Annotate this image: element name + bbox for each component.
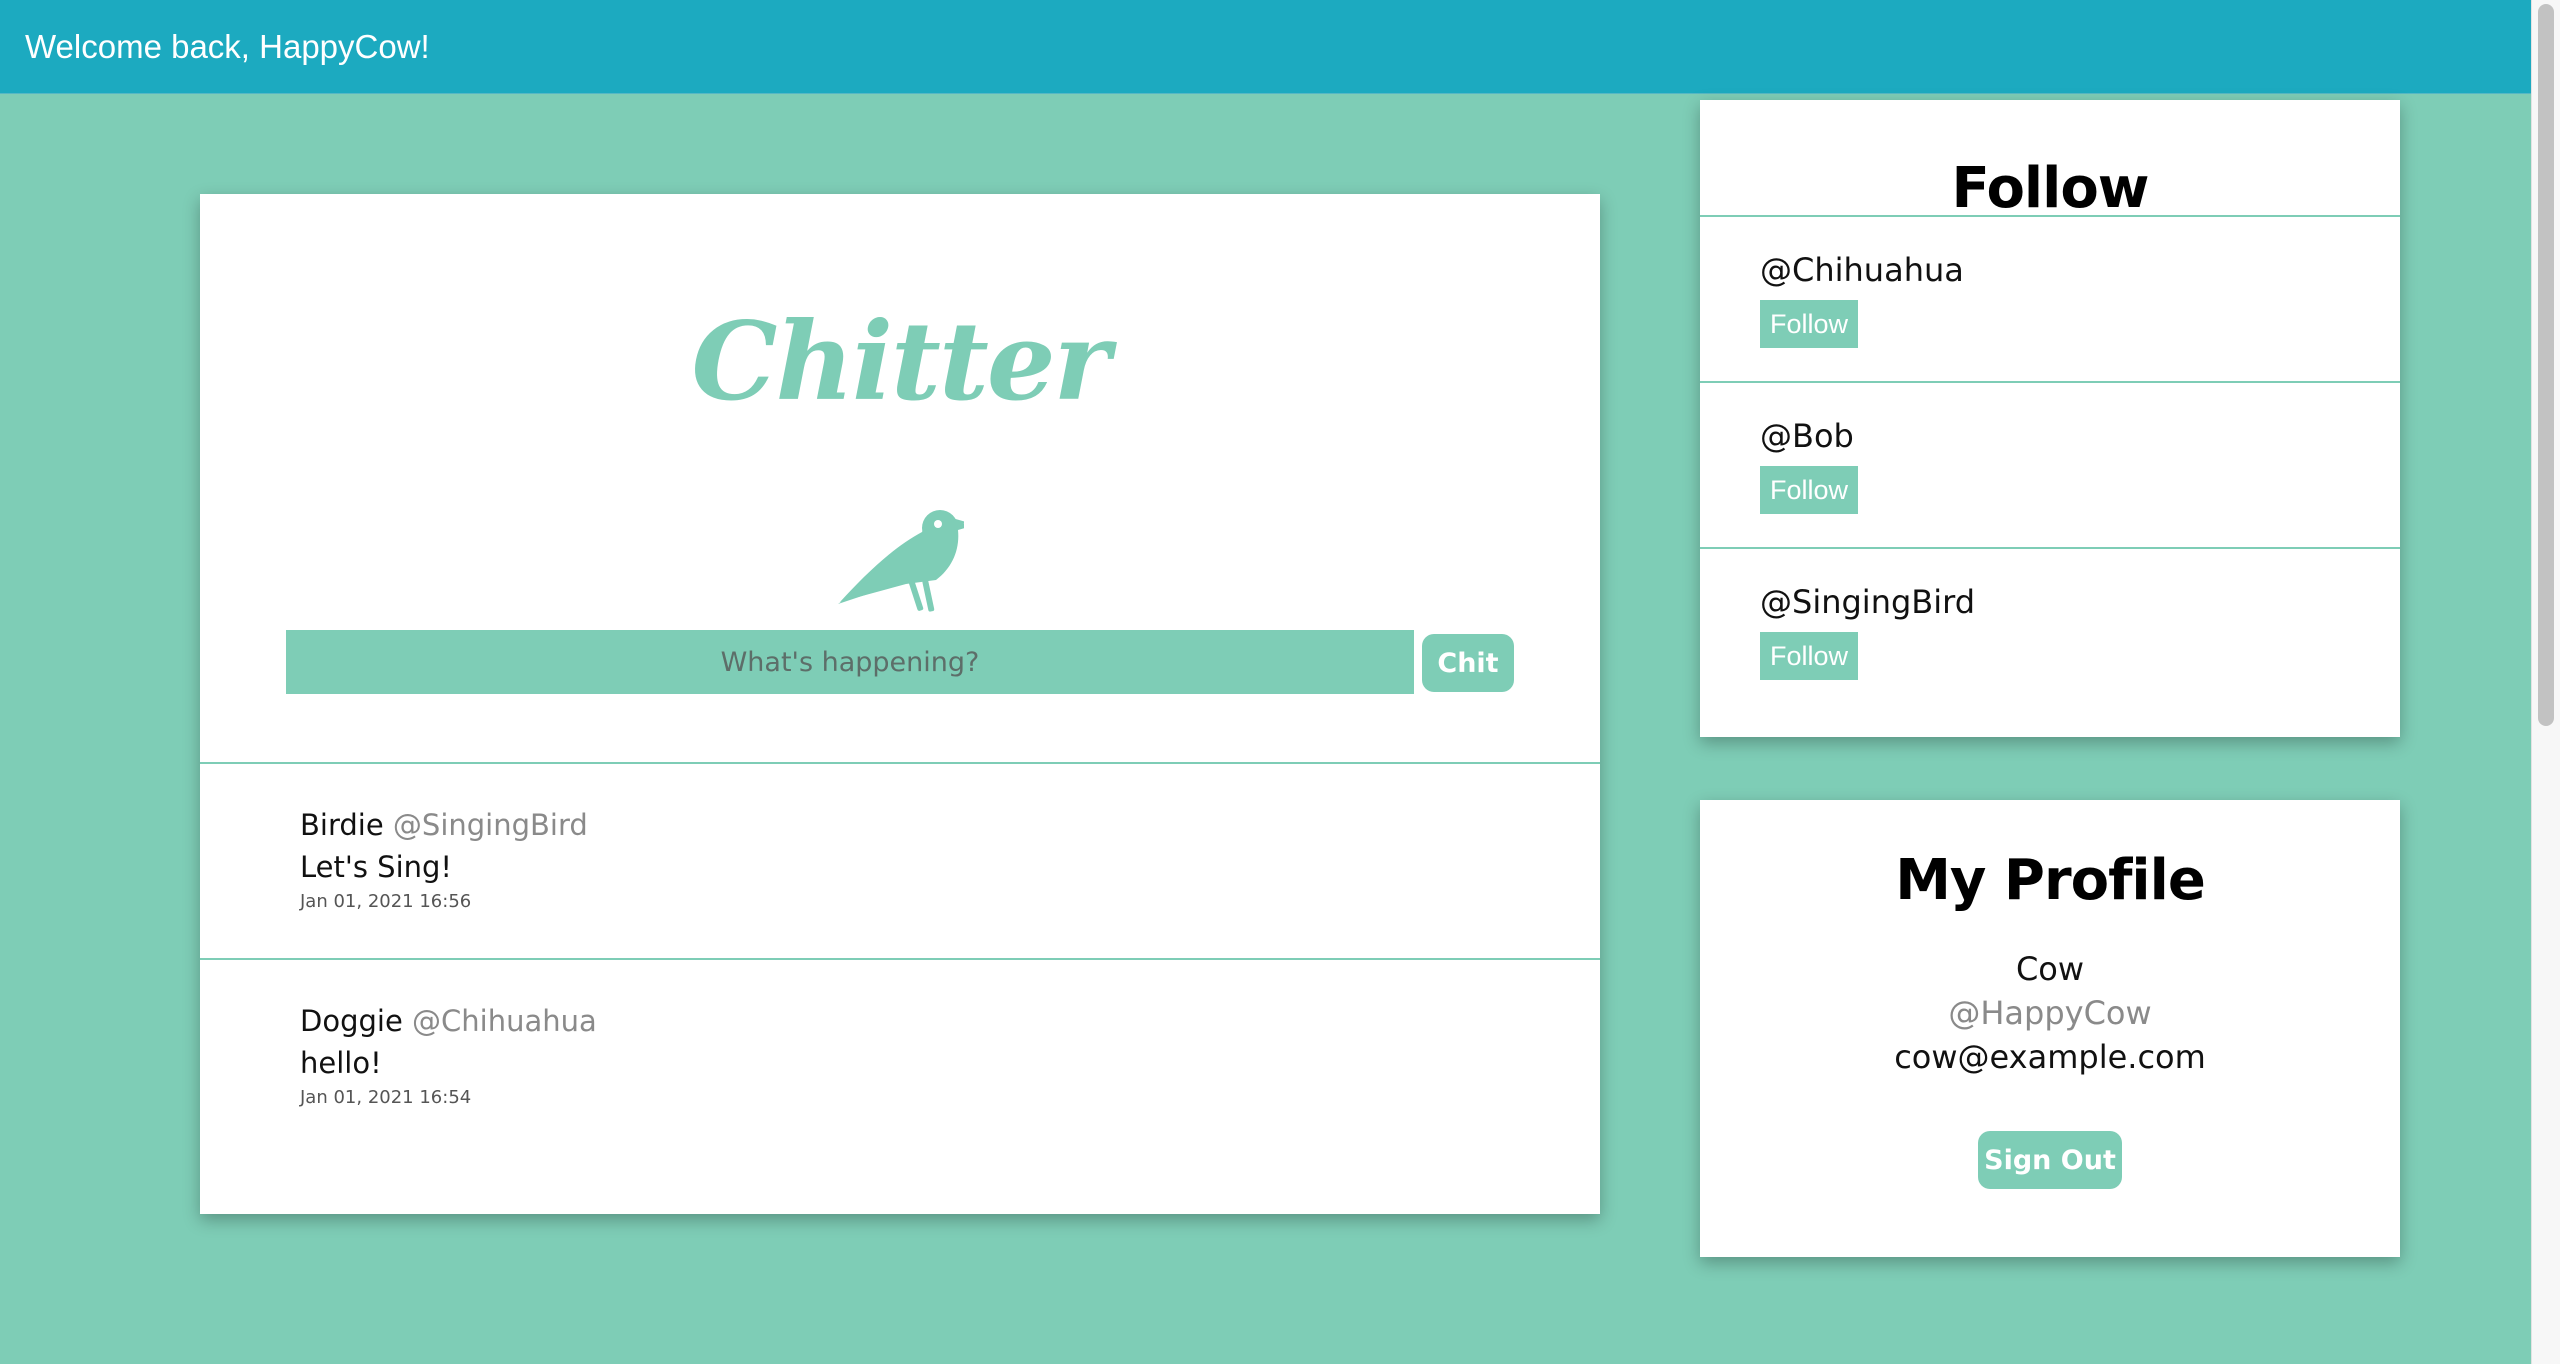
post-body: Let's Sing! xyxy=(300,850,453,884)
post-author-name: Birdie xyxy=(300,808,384,842)
follow-divider xyxy=(1700,381,2400,383)
post-body: hello! xyxy=(300,1046,382,1080)
profile-card: My Profile Cow @HappyCow cow@example.com… xyxy=(1700,800,2400,1257)
chit-compose-input[interactable] xyxy=(286,630,1414,694)
post-author: Doggie @Chihuahua xyxy=(300,1001,1500,1041)
follow-user-handle: @Bob xyxy=(1760,417,1854,455)
feed-divider xyxy=(200,762,1600,764)
follow-title: Follow xyxy=(1951,156,2149,221)
chit-submit-button[interactable]: Chit xyxy=(1422,634,1514,692)
profile-title: My Profile xyxy=(1895,848,2206,913)
follow-suggestion: @Chihuahua Follow xyxy=(1760,248,1964,348)
post-author: Birdie @SingingBird xyxy=(300,805,1500,845)
follow-suggestion: @Bob Follow xyxy=(1760,414,1858,514)
follow-button[interactable]: Follow xyxy=(1760,632,1858,680)
sign-out-button[interactable]: Sign Out xyxy=(1978,1131,2122,1189)
scrollbar-thumb[interactable] xyxy=(2538,4,2554,726)
feed-card: Chitter Chit Birdie @SingingBird Let's S… xyxy=(200,194,1600,1214)
profile-name: Cow xyxy=(2015,950,2085,988)
post-author-handle: @SingingBird xyxy=(392,808,588,842)
follow-divider xyxy=(1700,547,2400,549)
feed-post: Doggie @Chihuahua hello! Jan 01, 2021 16… xyxy=(300,1001,1500,1111)
follow-user-handle: @Chihuahua xyxy=(1760,251,1964,289)
profile-email: cow@example.com xyxy=(1894,1038,2206,1076)
post-timestamp: Jan 01, 2021 16:54 xyxy=(300,1087,472,1108)
feed-divider xyxy=(200,958,1600,960)
post-timestamp: Jan 01, 2021 16:56 xyxy=(300,891,472,912)
follow-button[interactable]: Follow xyxy=(1760,300,1858,348)
top-bar: Welcome back, HappyCow! xyxy=(0,0,2531,94)
follow-user-handle: @SingingBird xyxy=(1760,583,1976,621)
post-author-handle: @Chihuahua xyxy=(412,1004,597,1038)
welcome-message: Welcome back, HappyCow! xyxy=(25,28,430,65)
follow-suggestion: @SingingBird Follow xyxy=(1760,580,1975,680)
page-scrollbar[interactable] xyxy=(2531,0,2560,1364)
app-logo: Chitter xyxy=(691,299,1111,425)
follow-button[interactable]: Follow xyxy=(1760,466,1858,514)
follow-card: Follow @Chihuahua Follow @Bob Follow @Si… xyxy=(1700,100,2400,737)
feed-post: Birdie @SingingBird Let's Sing! Jan 01, … xyxy=(300,805,1500,915)
post-author-name: Doggie xyxy=(300,1004,403,1038)
follow-divider xyxy=(1700,215,2400,217)
crow-icon xyxy=(838,510,964,612)
profile-handle: @HappyCow xyxy=(1948,994,2152,1032)
